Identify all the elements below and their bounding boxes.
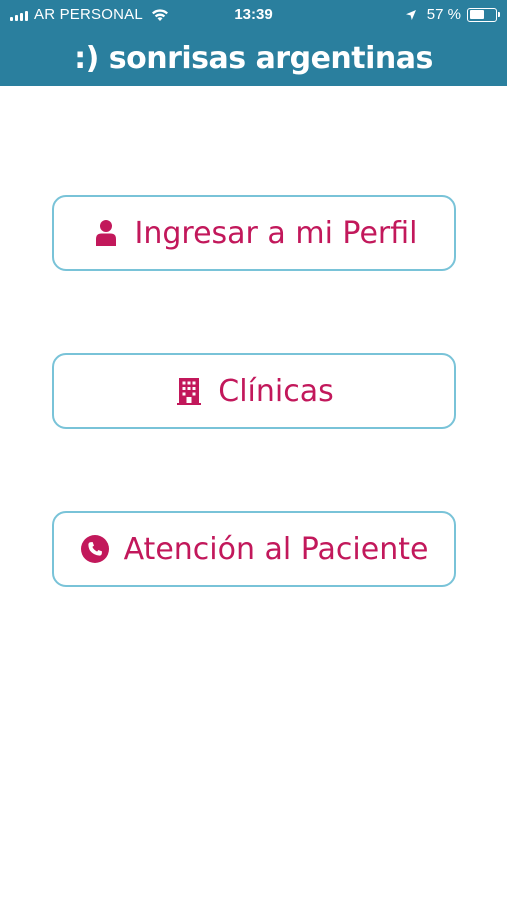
clinics-button[interactable]: Clínicas (52, 353, 456, 429)
profile-button[interactable]: Ingresar a mi Perfil (52, 195, 456, 271)
status-bar: AR PERSONAL 13:39 57 % (0, 0, 507, 30)
profile-button-label: Ingresar a mi Perfil (134, 215, 418, 251)
phone-icon (80, 534, 110, 564)
patient-care-button-label: Atención al Paciente (123, 531, 429, 567)
location-icon (405, 9, 416, 20)
app-header: :) sonrisas argentinas (0, 30, 507, 86)
brand-logo: :) sonrisas argentinas (74, 40, 433, 76)
building-icon (174, 376, 204, 406)
battery-level (469, 10, 484, 19)
battery-percent: 57 % (426, 6, 461, 23)
battery-icon (467, 7, 500, 22)
person-icon (91, 218, 121, 248)
clinics-button-label: Clínicas (218, 373, 334, 409)
patient-care-button[interactable]: Atención al Paciente (52, 511, 456, 587)
status-right: 57 % (405, 6, 500, 23)
